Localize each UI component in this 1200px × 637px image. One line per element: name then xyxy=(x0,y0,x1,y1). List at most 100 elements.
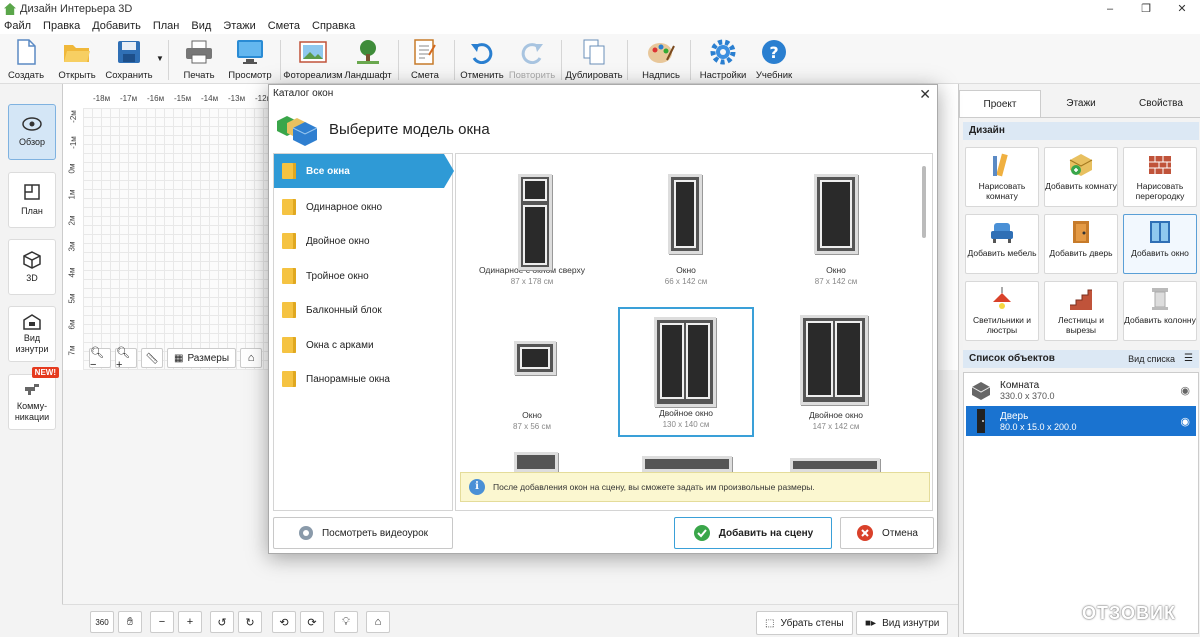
zoom-in-icon[interactable]: 🔍︎+ xyxy=(115,347,137,371)
tutorial-button[interactable]: ? Учебник xyxy=(745,38,803,81)
list-item[interactable]: Дверь 80.0 x 15.0 x 200.0 ◉ xyxy=(966,406,1196,436)
rotate-left-icon[interactable]: ↺ xyxy=(210,611,234,633)
settings-button[interactable]: Настройки xyxy=(694,38,752,81)
category-panoramic[interactable]: Панорамные окна xyxy=(274,362,454,396)
category-single[interactable]: Одинарное окно xyxy=(274,190,454,224)
add-column-button[interactable]: Добавить колонну xyxy=(1123,281,1197,341)
estimate-button[interactable]: Смета xyxy=(396,38,454,81)
object-name: Комната xyxy=(1000,379,1040,391)
photoreal-button[interactable]: Фотореализм xyxy=(283,38,343,81)
window-item-87x56[interactable]: Окно 87 x 56 см xyxy=(464,307,600,437)
add-window-button[interactable]: Добавить окно xyxy=(1123,214,1197,274)
window-item-single-top[interactable]: Одинарное с окном сверху 87 x 178 см xyxy=(464,162,600,292)
add-room-button[interactable]: Добавить комнату xyxy=(1044,147,1118,207)
menu-help[interactable]: Справка xyxy=(312,20,355,32)
rotate-360-icon[interactable]: 360 xyxy=(90,611,114,633)
draw-room-button[interactable]: Нарисовать комнату xyxy=(965,147,1039,207)
communications-button[interactable]: NEW! Комму-никации xyxy=(8,367,59,430)
light-bulb-icon[interactable]: 💡︎ xyxy=(334,611,358,633)
lights-button[interactable]: Светильники и люстры xyxy=(965,281,1039,341)
ruler-left: -2м -1м 0м 1м 2м 3м 4м 5м 6м 7м xyxy=(63,108,81,368)
view-3d-button[interactable]: 3D xyxy=(8,239,56,295)
ruler-icon[interactable]: 📏︎ xyxy=(141,348,163,368)
pencil-ruler-icon xyxy=(993,153,1008,177)
gallery-scrollbar[interactable] xyxy=(922,166,926,238)
zoom-in-icon[interactable]: + xyxy=(178,611,202,633)
labels-button[interactable]: Надпись xyxy=(632,38,690,81)
estimate-sheet-icon xyxy=(411,38,439,66)
window-item-double-130x140[interactable]: Двойное окно 130 x 140 см xyxy=(618,307,754,437)
view-plan-button[interactable]: План xyxy=(8,172,56,228)
visibility-eye-icon[interactable]: ◉ xyxy=(1180,415,1190,428)
draw-room-label: Нарисовать комнату xyxy=(978,181,1026,201)
save-button[interactable]: Сохранить xyxy=(100,38,158,81)
cancel-button[interactable]: Отмена xyxy=(840,517,934,549)
list-view-icon[interactable]: ☰ xyxy=(1184,350,1193,368)
save-dropdown-icon[interactable]: ▼ xyxy=(156,54,164,63)
add-furniture-button[interactable]: Добавить мебель xyxy=(965,214,1039,274)
landscape-button[interactable]: Ландшафт xyxy=(339,38,397,81)
close-window-button[interactable]: ✕ xyxy=(1164,0,1200,18)
menu-edit[interactable]: Правка xyxy=(43,20,80,32)
window-item-double-147x142[interactable]: Двойное окно 147 x 142 см xyxy=(768,307,904,437)
tab-project[interactable]: Проект xyxy=(959,90,1041,117)
category-all[interactable]: Все окна xyxy=(274,154,454,188)
create-button[interactable]: Создать xyxy=(0,38,55,81)
list-item[interactable]: Комната 330.0 x 370.0 ◉ xyxy=(966,375,1196,405)
draw-partition-button[interactable]: Нарисовать перегородку xyxy=(1123,147,1197,207)
menu-add[interactable]: Добавить xyxy=(92,20,141,32)
menu-plan[interactable]: План xyxy=(153,20,180,32)
new-document-icon xyxy=(12,38,40,66)
item-size: 87 x 56 см xyxy=(513,422,551,431)
remove-walls-button[interactable]: ⬚ Убрать стены xyxy=(756,611,853,635)
orbit-left-icon[interactable]: ⟲ xyxy=(272,611,296,633)
dialog-heading: Выберите модель окна xyxy=(329,120,490,138)
home-icon[interactable]: ⌂ xyxy=(240,348,263,368)
preview-button[interactable]: Просмотр xyxy=(221,38,279,81)
minimize-button[interactable]: – xyxy=(1092,0,1128,18)
window-item-87x142[interactable]: Окно 87 x 142 см xyxy=(768,162,904,292)
dialog-close-icon[interactable]: ✕ xyxy=(919,85,931,103)
duplicate-button[interactable]: Дублировать xyxy=(565,38,623,81)
inside-view-button[interactable]: ■▸ Вид изнутри xyxy=(856,611,949,635)
add-door-button[interactable]: Добавить дверь xyxy=(1044,214,1118,274)
window-item-66x142[interactable]: Окно 66 x 142 см xyxy=(618,162,754,292)
view-overview-button[interactable]: Обзор xyxy=(8,104,56,160)
menu-estimate[interactable]: Смета xyxy=(268,20,300,32)
orbit-right-icon[interactable]: ⟳ xyxy=(300,611,324,633)
category-triple[interactable]: Тройное окно xyxy=(274,259,454,293)
hand-pan-icon[interactable]: ✋︎ xyxy=(118,611,142,633)
maximize-button[interactable]: ❐ xyxy=(1128,0,1164,18)
zoom-out-icon[interactable]: 🔍︎− xyxy=(89,347,111,371)
list-view-toggle[interactable]: Вид списка xyxy=(1128,350,1175,368)
home-icon[interactable]: ⌂ xyxy=(366,611,390,633)
video-tutorial-button[interactable]: Посмотреть видеоурок xyxy=(273,517,453,549)
category-balcony[interactable]: Балконный блок xyxy=(274,293,454,327)
item-size: 87 x 178 см xyxy=(510,277,554,286)
tab-floors[interactable]: Этажи xyxy=(1041,90,1121,117)
tab-properties[interactable]: Свойства xyxy=(1121,90,1200,117)
menu-file[interactable]: Файл xyxy=(4,20,31,32)
redo-button[interactable]: Повторить xyxy=(503,38,561,81)
sizes-button[interactable]: ▦ Размеры xyxy=(167,348,237,368)
visibility-eye-icon[interactable]: ◉ xyxy=(1180,384,1190,397)
svg-text:?: ? xyxy=(769,43,778,62)
view-inside-button[interactable]: Вид изнутри xyxy=(8,306,56,362)
open-button[interactable]: Открыть xyxy=(48,38,106,81)
app-house-icon xyxy=(4,3,16,15)
category-double[interactable]: Двойное окно xyxy=(274,224,454,258)
zoom-out-icon[interactable]: − xyxy=(150,611,174,633)
gear-icon xyxy=(709,38,737,66)
category-arched[interactable]: Окна с арками xyxy=(274,328,454,362)
ruler-tick: 6м xyxy=(67,319,77,330)
folder-icon xyxy=(282,163,296,179)
window-thumbnail-partial xyxy=(514,452,558,472)
add-to-scene-button[interactable]: Добавить на сцену xyxy=(674,517,832,549)
menu-floors[interactable]: Этажи xyxy=(223,20,255,32)
rotate-right-icon[interactable]: ↻ xyxy=(238,611,262,633)
stairs-button[interactable]: Лестницы и вырезы xyxy=(1044,281,1118,341)
print-button[interactable]: Печать xyxy=(170,38,228,81)
add-furniture-label: Добавить мебель xyxy=(967,248,1037,258)
plan-grid[interactable] xyxy=(83,108,273,370)
menu-view[interactable]: Вид xyxy=(191,20,211,32)
